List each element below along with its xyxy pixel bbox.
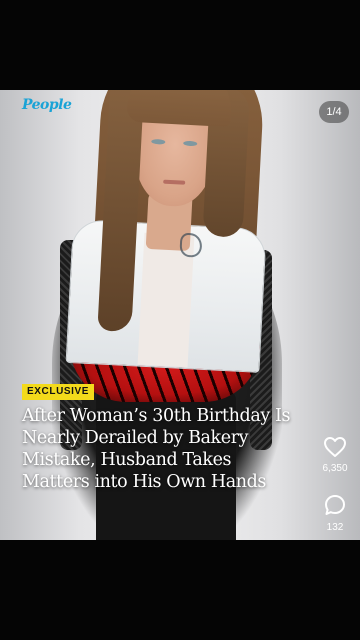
headline: After Woman’s 30th Birthday Is Nearly De… bbox=[22, 406, 291, 492]
page-counter: 1/4 bbox=[319, 101, 349, 123]
comment-count: 132 bbox=[326, 522, 344, 533]
eye-right bbox=[183, 140, 198, 147]
comment-icon bbox=[325, 495, 345, 515]
heart-icon bbox=[324, 437, 346, 457]
brand-logo: People bbox=[22, 97, 72, 113]
eye-left bbox=[151, 138, 166, 145]
bangs bbox=[126, 90, 234, 128]
mouth bbox=[163, 179, 186, 185]
like-count: 6,350 bbox=[322, 463, 348, 474]
cutout-portrait bbox=[62, 90, 279, 373]
top-bar bbox=[0, 0, 360, 90]
bottom-bar bbox=[0, 540, 360, 640]
like-button[interactable]: 6,350 bbox=[316, 436, 354, 474]
exclusive-badge: EXCLUSIVE bbox=[22, 384, 95, 400]
comment-button[interactable]: 132 bbox=[316, 493, 354, 533]
